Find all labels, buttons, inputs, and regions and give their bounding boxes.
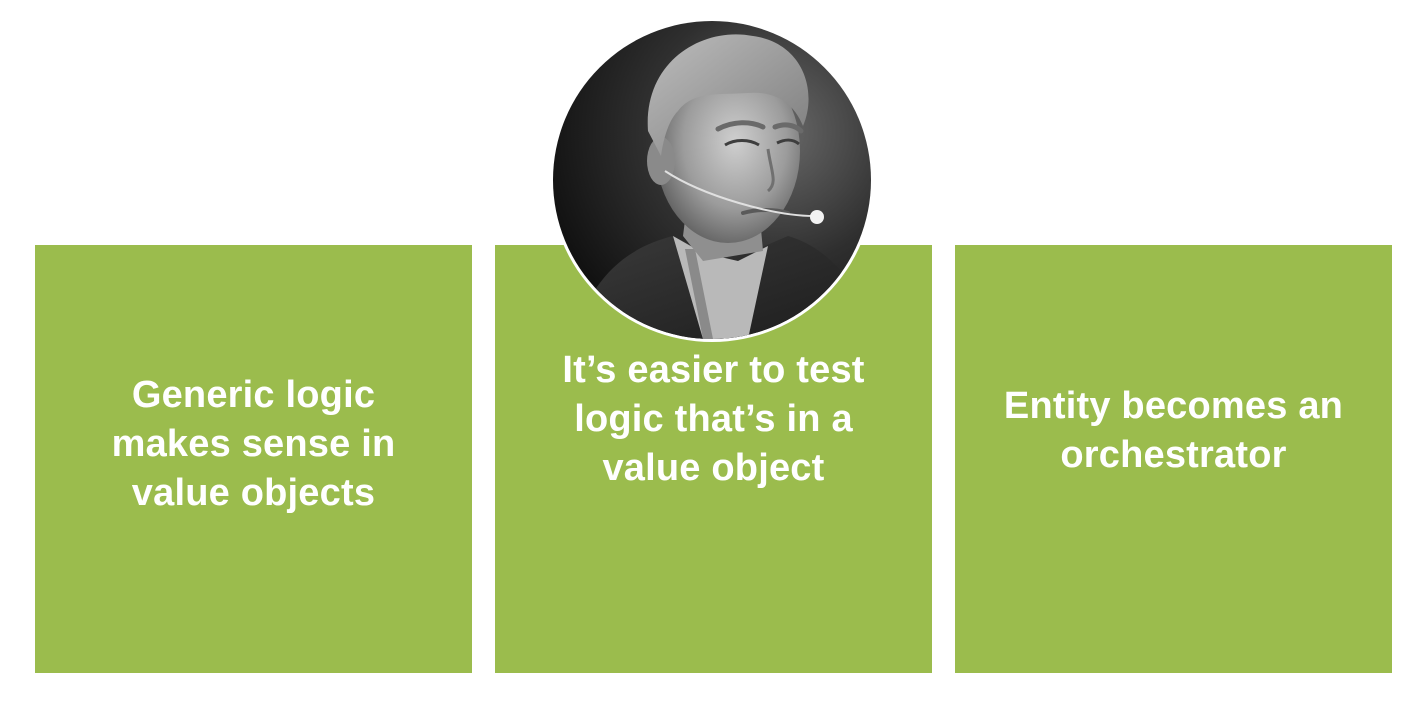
panel-text: It’s easier to test logic that’s in a va… [562,348,865,489]
slide: Generic logic makes sense in value objec… [0,0,1424,716]
speaker-photo [553,21,871,339]
panel-text: Generic logic makes sense in value objec… [111,373,396,514]
info-panel-entity-orchestrator: Entity becomes an orchestrator [955,245,1392,673]
info-panel-generic-logic: Generic logic makes sense in value objec… [35,245,472,673]
panel-text: Entity becomes an orchestrator [1003,385,1344,476]
speaker-portrait [550,18,874,342]
